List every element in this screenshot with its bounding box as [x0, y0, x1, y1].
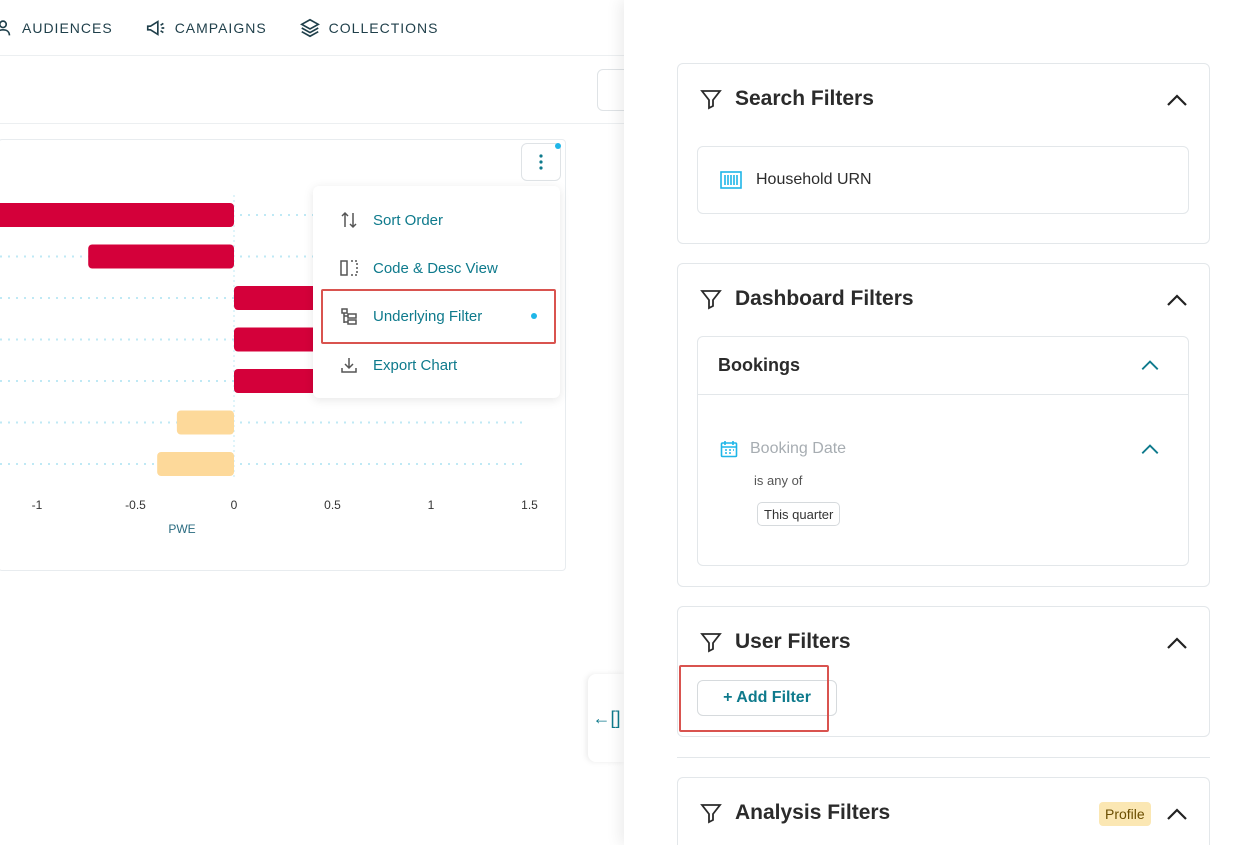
filter-icon — [700, 90, 722, 110]
panel-divider — [677, 757, 1210, 758]
bookings-group: Bookings Booking Date is any of This qua… — [697, 336, 1189, 566]
menu-item-label: Code & Desc View — [373, 259, 498, 277]
booking-date-filter[interactable]: Booking Date — [720, 440, 846, 458]
menu-item-sort-order[interactable]: Sort Order — [313, 198, 560, 242]
bookings-title: Bookings — [718, 355, 801, 375]
search-filters-title: Search Filters — [735, 87, 874, 110]
dashboard-filters-header[interactable]: Dashboard Filters — [699, 287, 914, 311]
x-tick-label: 1.5 — [521, 498, 538, 512]
chevron-up-icon[interactable] — [1166, 636, 1188, 650]
booking-date-label: Booking Date — [750, 440, 847, 457]
notification-dot — [555, 143, 561, 149]
barcode-icon — [720, 171, 742, 189]
chevron-up-icon[interactable] — [1166, 807, 1188, 821]
filter-value-chip[interactable]: This quarter — [757, 502, 841, 526]
x-tick-label: -0.5 — [125, 498, 146, 512]
operator-label: is any of — [754, 473, 803, 488]
underlying-filter-highlight — [321, 289, 556, 344]
household-urn-label: Household URN — [756, 171, 872, 188]
analysis-filters-header[interactable]: Analysis Filters — [699, 801, 890, 825]
chevron-up-icon[interactable] — [1166, 293, 1188, 307]
chevron-up-icon[interactable] — [1166, 93, 1188, 107]
dashboard-filters-title: Dashboard Filters — [735, 287, 914, 310]
x-axis-label: PWE — [168, 522, 195, 536]
calendar-icon — [720, 441, 738, 458]
chart-bar[interactable] — [176, 410, 234, 435]
menu-item-label: Sort Order — [373, 211, 444, 229]
collapse-panel-icon: ←[] — [592, 707, 621, 728]
filter-icon — [700, 804, 722, 824]
underlying-filter-dot — [531, 313, 537, 319]
chart-bar[interactable] — [88, 244, 234, 269]
add-filter-highlight — [679, 665, 829, 732]
profile-badge: Profile — [1099, 802, 1151, 826]
chart-bar[interactable] — [157, 452, 234, 476]
kebab-icon — [539, 154, 543, 170]
menu-item-code-desc-view[interactable]: Code & Desc View — [313, 246, 560, 290]
x-tick-label: 0.5 — [324, 498, 341, 512]
split-view-icon — [340, 260, 358, 276]
chart-bar[interactable] — [0, 203, 234, 227]
panel-collapse-button[interactable]: ←[] — [588, 674, 625, 762]
chevron-up-icon[interactable] — [1140, 359, 1160, 371]
chart-ticks: -1 -0.5 0 0.5 1 1.5 — [32, 498, 539, 512]
chart-options-button[interactable] — [521, 143, 561, 181]
household-urn-filter[interactable]: Household URN — [697, 146, 1189, 214]
download-icon — [341, 358, 357, 373]
user-filters-title: User Filters — [735, 630, 851, 653]
x-tick-label: 0 — [231, 498, 238, 512]
user-filters-header[interactable]: User Filters — [699, 630, 851, 654]
filter-icon — [700, 290, 722, 310]
menu-item-label: Export Chart — [373, 356, 458, 374]
x-tick-label: -1 — [32, 498, 43, 512]
analysis-filters-title: Analysis Filters — [735, 801, 891, 824]
x-tick-label: 1 — [428, 498, 435, 512]
filter-icon — [700, 633, 722, 653]
sort-icon — [341, 211, 357, 229]
bookings-header[interactable]: Bookings — [698, 337, 1188, 395]
chevron-up-icon[interactable] — [1140, 443, 1160, 455]
search-filters-header[interactable]: Search Filters — [699, 87, 874, 111]
menu-item-export-chart[interactable]: Export Chart — [313, 343, 560, 387]
